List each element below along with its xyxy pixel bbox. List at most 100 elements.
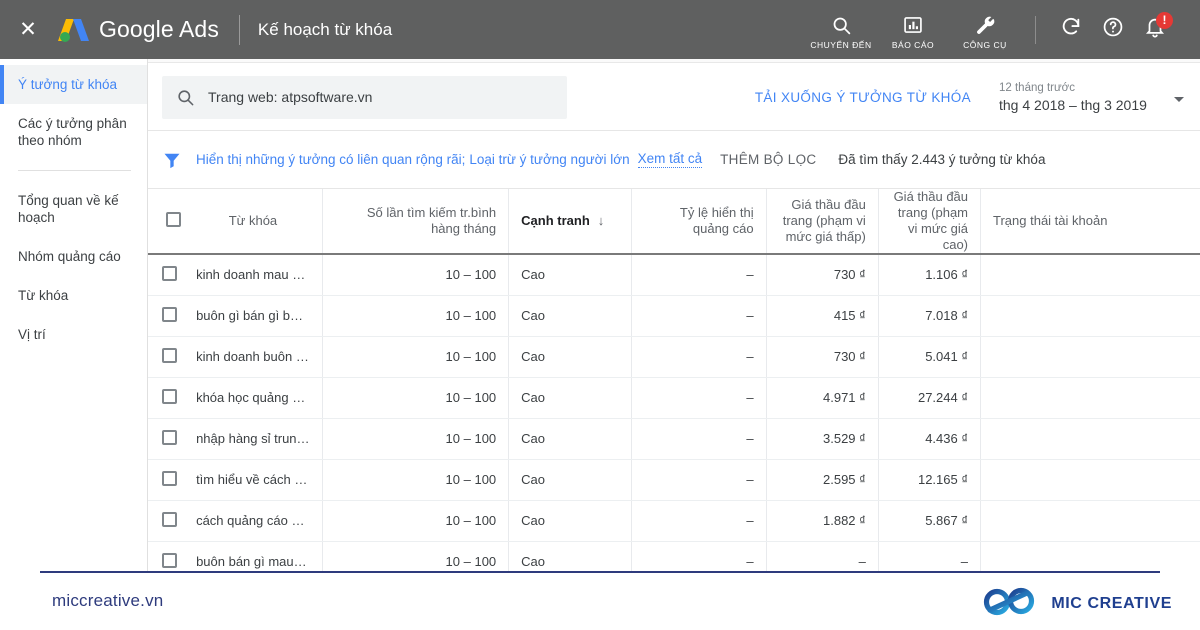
download-keyword-ideas-button[interactable]: TẢI XUỐNG Ý TƯỞNG TỪ KHÓA (755, 90, 971, 105)
sidebar-item-keyword-ideas[interactable]: Ý tưởng từ khóa (0, 65, 147, 104)
table-row[interactable]: buôn gì bán gì bây ... 10 – 100 Cao –415 ₫ 7… (148, 295, 1200, 337)
add-filter-button[interactable]: THÊM BỘ LỌC (720, 152, 816, 167)
header-tools-button[interactable]: CÔNG CỤ (949, 0, 1021, 59)
table-body: kinh doanh mau gi... 10 – 100 Cao –730 ₫ 1.1… (148, 254, 1200, 571)
column-header-competition[interactable]: Cạnh tranh ↓ (508, 189, 633, 255)
app-header: ✕ Google Ads Kế hoạch từ khóa CHUYỂN ĐẾN (0, 0, 1200, 59)
cell-top-bid-low: 3.529 ₫ (766, 418, 879, 460)
cell-top-bid-high: 5.867 ₫ (878, 500, 982, 542)
cell-account-status (980, 459, 1200, 501)
cell-keyword: nhập hàng sỉ trung ... (184, 418, 323, 460)
cell-avg-monthly-searches: 10 – 100 (322, 254, 510, 296)
sidebar-item-keywords[interactable]: Từ khóa (0, 276, 147, 315)
keyword-text: khóa học quảng cá... (196, 390, 310, 405)
sidebar-item-label: Các ý tưởng phân theo nhóm (18, 116, 127, 148)
row-select-cell (148, 254, 185, 296)
filter-chip-broad[interactable]: Hiển thị những ý tưởng có liên quan rộng… (196, 152, 465, 167)
wrench-icon (975, 13, 996, 37)
cell-avg-monthly-searches: 10 – 100 (322, 459, 510, 501)
row-checkbox[interactable] (162, 388, 177, 404)
cell-avg-monthly-searches: 10 – 100 (322, 377, 510, 419)
cell-competition: Cao (508, 459, 633, 501)
table-row[interactable]: kinh doanh buôn b... 10 – 100 Cao –730 ₫ 5.0… (148, 336, 1200, 378)
help-button[interactable] (1092, 9, 1134, 51)
filter-funnel-icon[interactable] (162, 150, 182, 170)
row-checkbox[interactable] (162, 265, 177, 281)
refresh-icon (1060, 16, 1082, 43)
date-range-selector[interactable]: 12 tháng trước thg 4 2018 – thg 3 2019 (999, 81, 1184, 114)
cell-keyword: kinh doanh buôn b... (184, 336, 323, 378)
keyword-text: tìm hiểu về cách b... (196, 472, 310, 487)
table-header-row: Từ khóa Số lần tìm kiếm tr.bình hàng thá… (148, 189, 1200, 255)
column-header-avg-monthly-searches[interactable]: Số lần tìm kiếm tr.bình hàng tháng (322, 189, 510, 255)
header-goto-label: CHUYỂN ĐẾN (810, 40, 872, 50)
table-row[interactable]: khóa học quảng cá... 10 – 100 Cao –4.971 ₫ 2… (148, 377, 1200, 419)
table-header: Từ khóa Số lần tìm kiếm tr.bình hàng thá… (148, 189, 1200, 255)
sidebar-item-plan-overview[interactable]: Tổng quan về kế hoạch (0, 181, 147, 237)
cell-keyword: khóa học quảng cá... (184, 377, 323, 419)
cell-account-status (980, 336, 1200, 378)
table-row[interactable]: buôn bán gì mau gi... 10 – 100 Cao – – – (148, 541, 1200, 571)
notifications-badge: ! (1156, 11, 1173, 29)
see-all-filters-link[interactable]: Xem tất cả (637, 151, 703, 168)
header-actions-divider (1035, 15, 1036, 44)
row-checkbox[interactable] (162, 511, 177, 527)
cell-avg-monthly-searches: 10 – 100 (322, 500, 510, 542)
row-select-cell (148, 336, 185, 378)
close-button[interactable]: ✕ (0, 0, 56, 59)
row-select-cell (148, 418, 185, 460)
table-row[interactable]: cách quảng cáo bá... 10 – 100 Cao –1.882 ₫ 5… (148, 500, 1200, 542)
header-reports-button[interactable]: BÁO CÁO (877, 0, 949, 59)
chevron-down-icon (1174, 96, 1184, 102)
keyword-text: cách quảng cáo bá... (196, 513, 310, 528)
cell-keyword: cách quảng cáo bá... (184, 500, 323, 542)
filter-chip-adult[interactable]: Loại trừ ý tưởng người lớn (469, 152, 629, 167)
table-row[interactable]: tìm hiểu về cách b... 10 – 100 Cao –2.595 ₫… (148, 459, 1200, 501)
cell-ad-impression-share: – (631, 418, 767, 460)
cell-competition: Cao (508, 336, 633, 378)
column-header-top-of-page-bid-high[interactable]: Giá thầu đầu trang (phạm vi mức giá cao) (878, 189, 982, 255)
cell-top-bid-low: – (766, 541, 879, 571)
row-checkbox[interactable] (162, 470, 177, 486)
column-header-account-status[interactable]: Trạng thái tài khoản (980, 189, 1200, 255)
sort-descending-icon: ↓ (597, 213, 605, 228)
column-header-ad-impression-share[interactable]: Tỷ lệ hiển thị quảng cáo (631, 189, 767, 255)
header-goto-button[interactable]: CHUYỂN ĐẾN (805, 0, 877, 59)
sidebar-item-ad-groups[interactable]: Nhóm quảng cáo (0, 237, 147, 276)
column-header-top-of-page-bid-low[interactable]: Giá thầu đầu trang (phạm vi mức giá thấp… (766, 189, 879, 255)
sidebar-item-locations[interactable]: Vị trí (0, 315, 147, 354)
search-toolbar: Trang web: atpsoftware.vn TẢI XUỐNG Ý TƯ… (148, 64, 1200, 131)
cell-top-bid-high: 12.165 ₫ (878, 459, 982, 501)
cell-avg-monthly-searches: 10 – 100 (322, 541, 510, 571)
cell-ad-impression-share: – (631, 254, 767, 296)
search-icon (176, 88, 195, 107)
sidebar-item-label: Vị trí (18, 327, 46, 342)
footer: miccreative.vn MIC CREATIVE (0, 571, 1200, 630)
row-checkbox[interactable] (162, 552, 177, 568)
row-checkbox[interactable] (162, 306, 177, 322)
column-header-keyword[interactable]: Từ khóa (184, 189, 323, 255)
help-icon (1102, 16, 1124, 43)
cell-competition: Cao (508, 254, 633, 296)
table-row[interactable]: nhập hàng sỉ trung ... 10 – 100 Cao –3.529 … (148, 418, 1200, 460)
mic-infinity-logo-icon (982, 586, 1040, 622)
refresh-button[interactable] (1050, 9, 1092, 51)
notifications-button[interactable]: ! (1134, 9, 1176, 51)
cell-ad-impression-share: – (631, 500, 767, 542)
select-all-checkbox[interactable] (165, 211, 181, 227)
sidebar-item-label: Ý tưởng từ khóa (18, 77, 117, 92)
row-checkbox[interactable] (162, 347, 177, 363)
cell-keyword: buôn gì bán gì bây ... (184, 295, 323, 337)
cell-competition: Cao (508, 500, 633, 542)
cell-account-status (980, 295, 1200, 337)
cell-competition: Cao (508, 295, 633, 337)
row-checkbox[interactable] (162, 429, 177, 445)
sidebar-divider (18, 170, 131, 171)
cell-avg-monthly-searches: 10 – 100 (322, 418, 510, 460)
sidebar-item-label: Tổng quan về kế hoạch (18, 193, 119, 225)
cell-account-status (980, 377, 1200, 419)
footer-divider (40, 571, 1160, 573)
table-row[interactable]: kinh doanh mau gi... 10 – 100 Cao –730 ₫ 1.1… (148, 254, 1200, 296)
search-input[interactable]: Trang web: atpsoftware.vn (162, 75, 567, 119)
sidebar-item-grouped-ideas[interactable]: Các ý tưởng phân theo nhóm (0, 104, 147, 160)
